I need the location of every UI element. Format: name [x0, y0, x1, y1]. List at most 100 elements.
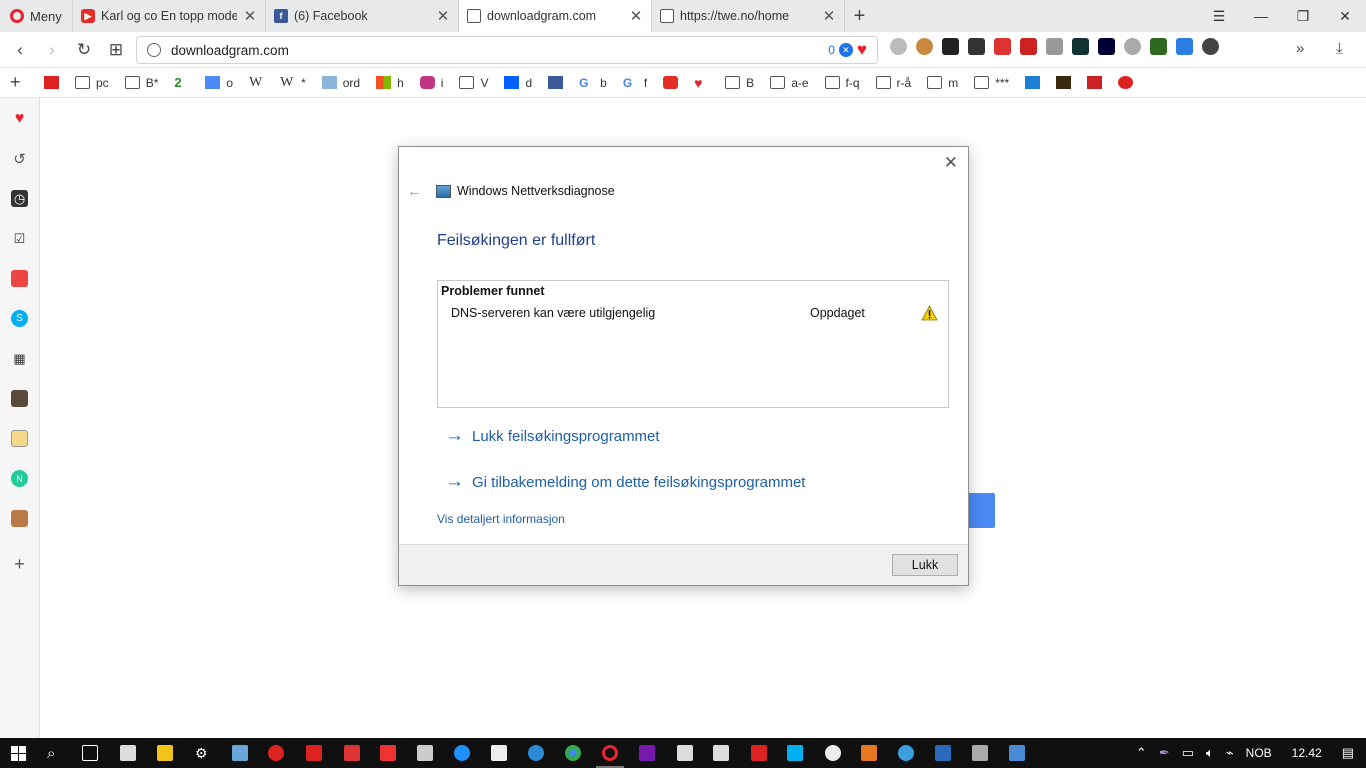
bookmark-item[interactable] — [1087, 76, 1103, 89]
mail-icon[interactable] — [491, 745, 507, 761]
network-icon[interactable]: ⌁ — [1226, 745, 1234, 761]
bookmark-item[interactable]: Gf — [623, 76, 647, 90]
clock-time[interactable]: 12.42 — [1292, 746, 1322, 760]
app-icon[interactable] — [306, 745, 322, 761]
new-tab-button[interactable]: + — [844, 0, 874, 32]
box-icon[interactable] — [11, 510, 28, 527]
bookmark-item[interactable]: V — [459, 76, 488, 90]
clock-icon[interactable]: ◷ — [11, 190, 28, 207]
bookmark-item[interactable] — [44, 76, 59, 89]
bookmark-extension-icon[interactable] — [1020, 38, 1037, 55]
disc-extension-icon[interactable] — [1124, 38, 1141, 55]
close-window-button[interactable]: ✕ — [1324, 0, 1366, 32]
bookmark-item[interactable]: a-e — [770, 76, 809, 90]
app-icon[interactable] — [528, 745, 544, 761]
settings-gear-icon[interactable]: ⚙ — [195, 745, 211, 761]
close-icon[interactable]: ✕ — [629, 7, 643, 25]
close-icon[interactable]: ✕ — [243, 7, 257, 25]
tab-menu-icon[interactable]: ☰ — [1198, 0, 1240, 32]
checklist-icon[interactable]: ☑ — [11, 230, 28, 247]
language-indicator[interactable]: NOB — [1246, 746, 1272, 760]
file-explorer-icon[interactable] — [157, 745, 173, 761]
bookmark-item[interactable]: W * — [280, 75, 306, 91]
reload-button[interactable]: ↻ — [68, 40, 100, 60]
blue-download-extension-icon[interactable] — [1176, 38, 1193, 55]
add-sidebar-item-icon[interactable]: + — [11, 554, 28, 574]
app-icon[interactable] — [268, 745, 284, 761]
forward-button[interactable]: › — [36, 40, 68, 60]
download-arrow-extension-icon[interactable] — [1046, 38, 1063, 55]
calculator-icon[interactable]: ▦ — [11, 350, 28, 367]
app-icon[interactable] — [935, 745, 951, 761]
skype-icon[interactable]: S — [11, 310, 28, 327]
battery-icon[interactable]: ▭ — [1182, 745, 1194, 761]
bookmark-item[interactable] — [1118, 76, 1134, 89]
pen-icon[interactable]: ✒ — [1159, 745, 1170, 761]
tab-youtube[interactable]: ▶ Karl og co En topp modell ✕ — [72, 0, 265, 32]
onenote-icon[interactable] — [639, 745, 655, 761]
bookmark-item[interactable]: ord — [321, 76, 360, 90]
bookmark-item[interactable]: o — [205, 76, 233, 90]
speed-dial-icon[interactable]: ⊞ — [100, 40, 132, 60]
heart-icon[interactable]: ♥ — [11, 110, 28, 127]
windows-start-icon[interactable] — [11, 746, 26, 761]
close-icon[interactable]: ✕ — [436, 7, 450, 25]
history-icon[interactable]: ↺ — [11, 150, 28, 168]
skype-icon[interactable] — [787, 745, 803, 761]
monkey-extension-icon[interactable] — [916, 38, 933, 55]
heart-icon[interactable]: ♥ — [857, 40, 867, 60]
camera-icon[interactable] — [713, 745, 729, 761]
app-icon[interactable] — [417, 745, 433, 761]
bookmark-item[interactable]: m — [927, 76, 958, 90]
bookmark-item[interactable]: r-å — [875, 76, 911, 90]
camera-icon[interactable] — [11, 390, 28, 407]
app-icon[interactable] — [751, 745, 767, 761]
search-extension-icon[interactable] — [890, 38, 907, 55]
app-icon[interactable] — [861, 745, 877, 761]
todoist-icon[interactable] — [11, 270, 28, 287]
bookmark-item[interactable]: pc — [75, 76, 109, 90]
bookmark-item[interactable]: f-q — [824, 76, 860, 90]
bookmark-item[interactable]: i — [419, 76, 443, 90]
back-button[interactable]: ‹ — [4, 40, 36, 60]
green-download-extension-icon[interactable] — [1150, 38, 1167, 55]
url-text[interactable]: downloadgram.com — [171, 43, 289, 58]
opera-icon[interactable] — [602, 745, 618, 761]
tab-facebook[interactable]: f (6) Facebook ✕ — [265, 0, 458, 32]
bookmark-item[interactable]: h — [376, 76, 404, 90]
n-app-icon[interactable]: N — [11, 470, 28, 487]
app-icon[interactable] — [825, 745, 841, 761]
lock-app-icon[interactable] — [380, 745, 396, 761]
app-icon[interactable] — [1009, 745, 1025, 761]
bookmark-item[interactable]: W — [249, 75, 264, 91]
chrome-icon[interactable] — [565, 745, 581, 761]
bookmark-item[interactable] — [1056, 76, 1072, 89]
more-extensions-icon[interactable]: » — [1296, 40, 1304, 57]
cloud-icon[interactable] — [898, 745, 914, 761]
app-icon[interactable] — [344, 745, 360, 761]
camera-extension-icon[interactable] — [1072, 38, 1089, 55]
minimize-button[interactable]: — — [1240, 0, 1282, 32]
close-troubleshooter-link[interactable]: → Lukk feilsøkingsprogrammet — [445, 425, 660, 447]
app-icon[interactable] — [972, 745, 988, 761]
back-arrow-icon[interactable]: ← — [407, 183, 422, 200]
glasses-extension-icon[interactable] — [994, 38, 1011, 55]
search-icon[interactable]: ⌕ — [47, 745, 63, 762]
user-extension-icon[interactable] — [1202, 38, 1219, 55]
tab-downloadgram[interactable]: downloadgram.com ✕ — [458, 0, 651, 32]
restore-button[interactable]: ❐ — [1282, 0, 1324, 32]
adblock-shield-icon[interactable]: ✕ — [838, 43, 853, 57]
task-view-icon[interactable] — [82, 745, 98, 761]
edit-extension-icon[interactable] — [942, 38, 959, 55]
notifications-icon[interactable]: ▤ — [1342, 745, 1354, 761]
bookmark-item[interactable]: d — [504, 76, 532, 90]
bookmark-item[interactable] — [548, 76, 564, 89]
bookmark-item[interactable] — [1025, 76, 1041, 89]
volume-icon[interactable]: 🔈︎ — [1206, 745, 1214, 761]
address-bar[interactable]: downloadgram.com 0 ✕ ♥ — [136, 36, 878, 64]
bookmark-item[interactable]: *** — [974, 76, 1009, 90]
bookmark-item[interactable]: B* — [124, 76, 158, 90]
close-icon[interactable]: ✕ — [944, 153, 958, 173]
close-button[interactable]: Lukk — [892, 554, 958, 576]
tab-twe[interactable]: https://twe.no/home ✕ — [651, 0, 844, 32]
